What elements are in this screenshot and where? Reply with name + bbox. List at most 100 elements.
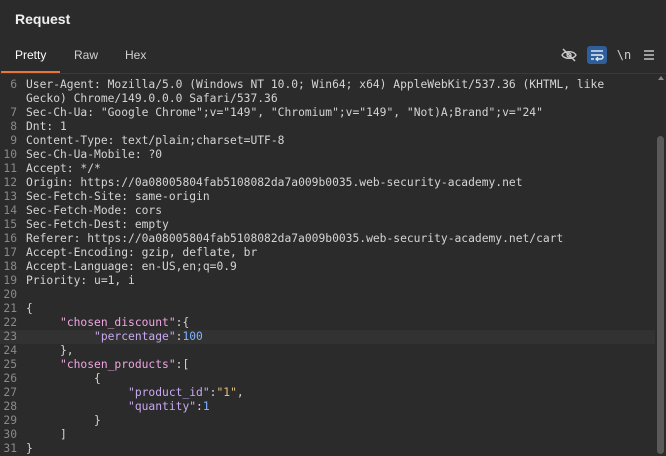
line-number: 22 (3, 316, 17, 329)
code-line[interactable]: 23 "percentage":100 (0, 330, 655, 344)
code-token: same-origin (134, 190, 210, 203)
line-number: 13 (3, 190, 17, 203)
code-token: { (26, 372, 101, 385)
line-content: Accept: */* (26, 162, 101, 176)
line-number: 21 (3, 302, 17, 315)
code-token: https://0a08005804fab5108082da7a009b0035… (80, 176, 523, 189)
line-content: Origin: https://0a08005804fab5108082da7a… (26, 176, 523, 190)
line-content: User-Agent: Mozilla/5.0 (Windows NT 10.0… (26, 78, 604, 92)
line-number: 17 (3, 246, 17, 259)
code-line[interactable]: 15 Sec-Fetch-Dest: empty (0, 218, 655, 232)
line-number: 29 (3, 414, 17, 427)
code-token: Sec-Ch-Ua-Mobile: (26, 148, 149, 161)
line-number: 30 (3, 428, 17, 441)
code-line[interactable]: 7 Sec-Ch-Ua: "Google Chrome";v="149", "Ch… (0, 106, 655, 120)
code-token: Sec-Fetch-Site: (26, 190, 135, 203)
code-line[interactable]: 9 Content-Type: text/plain;charset=UTF-8 (0, 134, 655, 148)
tab-hex[interactable]: Hex (125, 38, 146, 72)
code-line[interactable]: 31} (0, 442, 655, 456)
code-line[interactable]: 26 { (0, 372, 655, 386)
code-line[interactable]: 11 Accept: */* (0, 162, 655, 176)
code-line[interactable]: 18 Accept-Language: en-US,en;q=0.9 (0, 260, 655, 274)
scroll-up-icon[interactable] (658, 76, 664, 80)
line-content: "chosen_discount":{ (26, 316, 189, 330)
hamburger-menu-icon[interactable] (639, 46, 659, 64)
line-number: 15 (3, 218, 17, 231)
code-token: 1 (202, 400, 210, 413)
code-token: "percentage" (94, 330, 176, 343)
line-content: "percentage":100 (26, 330, 203, 344)
line-number: 14 (3, 204, 17, 217)
code-line[interactable]: 19 Priority: u=1, i (0, 274, 655, 288)
line-number: 25 (3, 358, 17, 371)
code-token: Content-Type: (26, 134, 122, 147)
code-token: en-US,en;q=0.9 (141, 260, 237, 273)
code-line[interactable]: 22 "chosen_discount":{ (0, 316, 655, 330)
code-token: Referer: (26, 232, 88, 245)
newline-toggle-button[interactable]: \n (614, 46, 634, 64)
line-number: 24 (3, 344, 17, 357)
code-token: } (26, 442, 33, 455)
editor-scrollbar[interactable] (655, 74, 666, 456)
line-content: "product_id":"1", (26, 386, 244, 400)
code-token: gzip, deflate, br (141, 246, 258, 259)
code-line[interactable]: Gecko) Chrome/149.0.0.0 Safari/537.36 (0, 92, 655, 106)
code-line[interactable]: 6 User-Agent: Mozilla/5.0 (Windows NT 10.… (0, 78, 655, 92)
line-content: Priority: u=1, i (26, 274, 135, 288)
code-line[interactable]: 13 Sec-Fetch-Site: same-origin (0, 190, 655, 204)
view-tabs: Pretty Raw Hex \n (0, 38, 666, 74)
line-content: { (26, 302, 33, 316)
scroll-thumb[interactable] (657, 136, 664, 454)
wrap-lines-icon[interactable] (587, 46, 607, 64)
code-line[interactable]: 25 "chosen_products":[ (0, 358, 655, 372)
line-number: 23 (3, 330, 17, 343)
code-line[interactable]: 10 Sec-Ch-Ua-Mobile: ?0 (0, 148, 655, 162)
code-line[interactable]: 24 }, (0, 344, 655, 358)
code-line[interactable]: 8 Dnt: 1 (0, 120, 655, 134)
code-token: :{ (175, 316, 190, 329)
line-number: 7 (10, 106, 17, 119)
code-token: Gecko) Chrome/149.0.0.0 Safari/537.36 (26, 92, 278, 105)
line-content: Sec-Fetch-Site: same-origin (26, 190, 210, 204)
line-content: Referer: https://0a08005804fab5108082da7… (26, 232, 563, 246)
line-content: Gecko) Chrome/149.0.0.0 Safari/537.36 (26, 92, 278, 106)
code-token: : (196, 400, 203, 413)
line-number: 12 (3, 176, 17, 189)
code-line[interactable]: 14 Sec-Fetch-Mode: cors (0, 204, 655, 218)
code-line[interactable]: 30 ] (0, 428, 655, 442)
request-editor[interactable]: 6 User-Agent: Mozilla/5.0 (Windows NT 10.… (0, 74, 655, 456)
code-token: */* (80, 162, 101, 175)
code-line[interactable]: 21 { (0, 302, 655, 316)
code-token: empty (134, 218, 169, 231)
line-content: Content-Type: text/plain;charset=UTF-8 (26, 134, 284, 148)
code-line[interactable]: 17 Accept-Encoding: gzip, deflate, br (0, 246, 655, 260)
tab-raw[interactable]: Raw (74, 38, 98, 72)
code-token: "chosen_products" (60, 358, 176, 371)
code-line[interactable]: 16 Referer: https://0a08005804fab5108082d… (0, 232, 655, 246)
line-content: Sec-Fetch-Dest: empty (26, 218, 169, 232)
code-line[interactable]: 28 "quantity":1 (0, 400, 655, 414)
code-line[interactable]: 20 (0, 288, 655, 302)
line-number: 16 (3, 232, 17, 245)
code-line[interactable]: 27 "product_id":"1", (0, 386, 655, 400)
code-token: "quantity" (128, 400, 197, 413)
code-token: } (26, 414, 101, 427)
line-content: Accept-Encoding: gzip, deflate, br (26, 246, 257, 260)
code-token: Sec-Ch-Ua: (26, 106, 101, 119)
line-content: Accept-Language: en-US,en;q=0.9 (26, 260, 237, 274)
line-number: 6 (10, 78, 17, 91)
line-content: Dnt: 1 (26, 120, 67, 134)
line-content: Sec-Ch-Ua-Mobile: ?0 (26, 148, 162, 162)
code-token: ] (26, 428, 67, 441)
tab-pretty[interactable]: Pretty (0, 38, 61, 73)
code-token: Origin: (26, 176, 81, 189)
code-token: Dnt: (26, 120, 61, 133)
code-line[interactable]: 12 Origin: https://0a08005804fab5108082da… (0, 176, 655, 190)
code-token: Accept-Encoding: (26, 246, 142, 259)
line-number: 31 (3, 442, 17, 455)
code-token: Mozilla/5.0 (Windows NT 10.0; Win64; x64… (107, 78, 605, 91)
code-line[interactable]: 29 } (0, 414, 655, 428)
eye-slash-icon[interactable] (559, 46, 579, 64)
